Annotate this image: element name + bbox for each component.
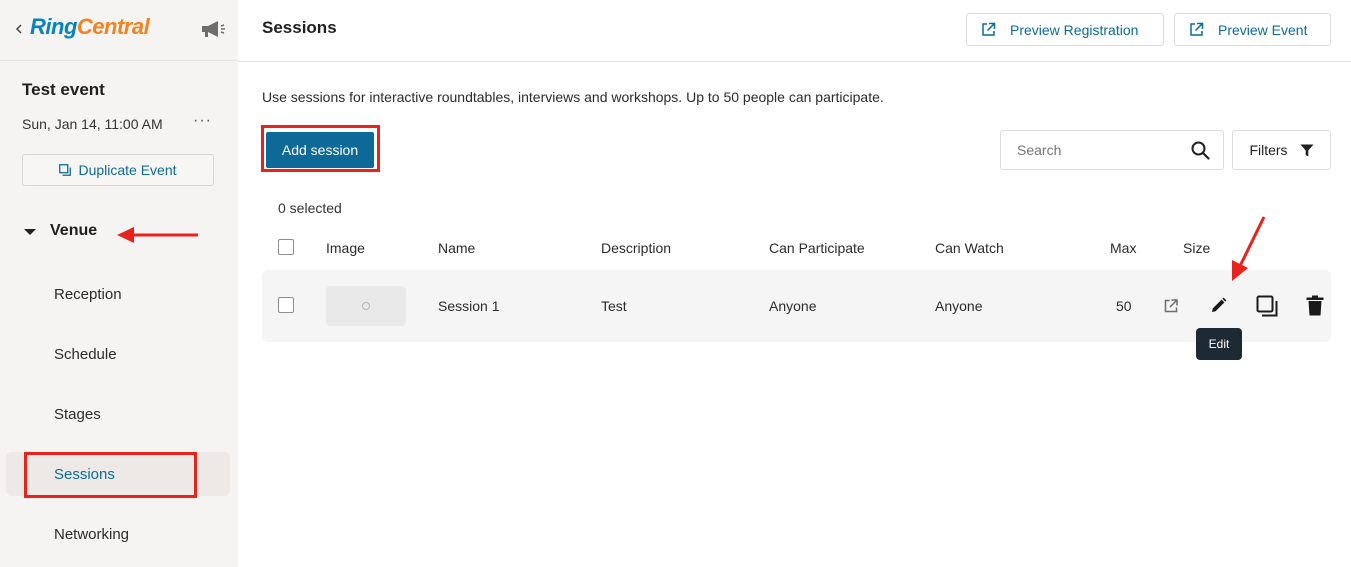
- session-name-cell: Session 1: [438, 298, 500, 314]
- column-header-can-participate: Can Participate: [769, 240, 865, 256]
- page-title: Sessions: [262, 18, 337, 37]
- filters-label: Filters: [1249, 142, 1288, 158]
- ringcentral-logo[interactable]: RingCentral: [30, 14, 150, 40]
- column-header-can-watch: Can Watch: [935, 240, 1004, 256]
- open-external-icon[interactable]: [1163, 298, 1179, 314]
- sidebar-item-label: Sessions: [54, 465, 115, 483]
- venue-label: Venue: [50, 222, 98, 239]
- column-header-size: Size: [1183, 240, 1211, 256]
- preview-registration-button[interactable]: Preview Registration: [966, 13, 1164, 46]
- image-placeholder-icon: [362, 302, 370, 310]
- event-title: Test event: [22, 80, 105, 99]
- search-box: [1000, 130, 1224, 170]
- duplicate-event-button[interactable]: Duplicate Event: [22, 154, 214, 186]
- venue-toggle[interactable]: Venue: [24, 222, 97, 240]
- preview-event-button[interactable]: Preview Event: [1174, 13, 1331, 46]
- can-participate-cell: Anyone: [769, 298, 817, 314]
- logo-central-text: Central: [76, 14, 150, 39]
- session-description-cell: Test: [601, 298, 627, 314]
- sidebar-item-stages[interactable]: Stages: [6, 392, 230, 436]
- more-options-icon[interactable]: ···: [193, 112, 212, 130]
- sidebar-item-schedule[interactable]: Schedule: [6, 332, 230, 376]
- column-header-name: Name: [438, 240, 476, 256]
- select-all-checkbox[interactable]: [278, 239, 294, 255]
- open-external-icon: [1190, 22, 1204, 36]
- caret-down-icon: [24, 229, 36, 235]
- column-header-description: Description: [601, 240, 672, 256]
- preview-registration-label: Preview Registration: [1010, 21, 1139, 38]
- preview-event-label: Preview Event: [1218, 21, 1308, 38]
- add-session-button[interactable]: Add session: [266, 132, 374, 168]
- megaphone-icon[interactable]: [200, 19, 226, 39]
- logo-ring-text: Ring: [30, 14, 77, 39]
- sidebar-item-networking[interactable]: Networking: [6, 512, 230, 556]
- event-date: Sun, Jan 14, 11:00 AM: [22, 116, 163, 132]
- sessions-intro-text: Use sessions for interactive roundtables…: [262, 89, 884, 105]
- sidebar-item-reception[interactable]: Reception: [6, 272, 230, 316]
- column-header-max: Max: [1110, 240, 1137, 256]
- sidebar-item-label: Stages: [54, 405, 101, 423]
- column-header-image: Image: [326, 240, 365, 256]
- search-input[interactable]: [1001, 131, 1181, 169]
- trash-icon[interactable]: [1306, 295, 1324, 316]
- pencil-edit-icon[interactable]: [1210, 297, 1227, 314]
- duplicate-event-label: Duplicate Event: [78, 162, 177, 178]
- row-select-checkbox[interactable]: [278, 297, 294, 313]
- duplicate-icon[interactable]: [1256, 295, 1278, 317]
- copy-icon: [59, 164, 72, 176]
- chevron-left-icon[interactable]: [13, 21, 25, 37]
- sidebar-item-label: Schedule: [54, 345, 117, 363]
- page-header: Sessions Preview Registration Preview Ev…: [238, 0, 1351, 62]
- open-external-icon: [982, 22, 996, 36]
- sidebar: RingCentral Test event Sun, Jan 14, 11:0…: [0, 0, 238, 567]
- sidebar-header: RingCentral: [0, 0, 238, 61]
- selected-count: 0 selected: [278, 200, 342, 216]
- sidebar-item-sessions[interactable]: Sessions: [6, 452, 230, 496]
- edit-tooltip: Edit: [1196, 328, 1242, 360]
- can-watch-cell: Anyone: [935, 298, 983, 314]
- sidebar-item-label: Reception: [54, 285, 122, 303]
- filters-button[interactable]: Filters: [1232, 130, 1331, 170]
- max-cell: 50: [1116, 298, 1132, 314]
- filter-funnel-icon: [1300, 144, 1314, 156]
- search-icon[interactable]: [1191, 141, 1210, 160]
- sidebar-item-label: Networking: [54, 525, 130, 543]
